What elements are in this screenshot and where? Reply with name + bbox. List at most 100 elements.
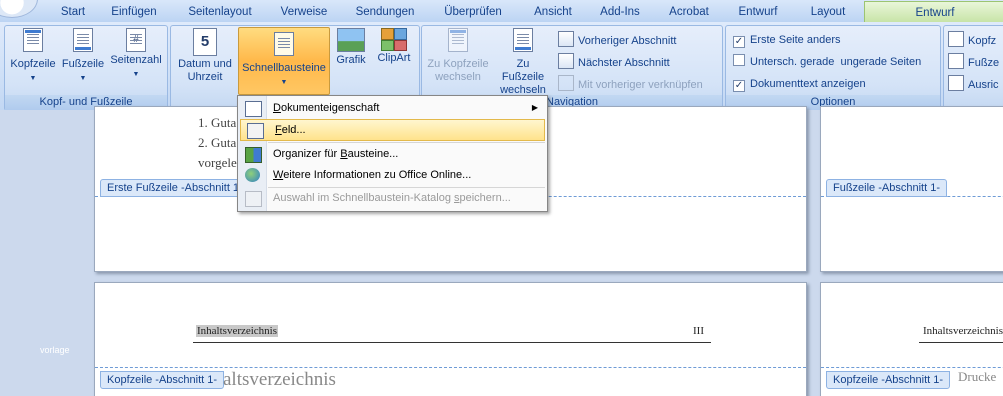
menu-item-accelerator: F — [275, 124, 282, 136]
menu-item-text-post: austeine... — [347, 148, 399, 160]
kopfzeile-position-label: Kopfz — [968, 35, 997, 47]
erste-seite-label: Erste Seite anders — [750, 34, 841, 46]
fusszeile-button[interactable]: Fußzeile ▼ — [60, 28, 106, 85]
footer-position-icon — [948, 53, 964, 69]
kopfzeile-button[interactable]: Kopfzeile ▼ — [7, 28, 59, 85]
group-kopf-fusszeile: Kopfzeile ▼ Fußzeile ▼ # Seitenzahl ▼ Ko… — [4, 25, 168, 111]
office-button[interactable] — [0, 0, 38, 18]
verknuepfen-button[interactable]: Mit vorheriger verknüpfen — [558, 75, 703, 93]
naechster-abschnitt-button[interactable]: Nächster Abschnitt — [558, 53, 670, 71]
checkbox-checked-icon: ✓ — [733, 80, 745, 92]
menu-item-dokumenteigenschaft[interactable]: Dokumenteigenschaft ▶ — [239, 98, 546, 118]
fusszeile-position-button[interactable]: Fußze — [948, 53, 999, 71]
previous-section-icon — [558, 31, 574, 47]
field-icon — [247, 123, 264, 139]
grafik-label: Grafik — [336, 54, 366, 66]
group-optionen: ✓ Erste Seite anders Untersch. gerade ung… — [725, 25, 941, 111]
fusszeile-tag: Fußzeile -Abschnitt 1- — [826, 179, 947, 197]
clipart-button[interactable]: ClipArt — [373, 28, 415, 65]
chevron-down-icon: ▼ — [29, 75, 37, 82]
tab-einfuegen[interactable]: Einfügen — [108, 3, 160, 21]
page-number-icon: # — [126, 28, 146, 52]
group-position: Kopfz Fußze Ausric — [943, 25, 1003, 111]
zu-fusszeile-button[interactable]: Zu Fußzeile wechseln — [494, 28, 552, 97]
dokumenttext-anzeigen-checkbox[interactable]: ✓ Dokumenttext anzeigen — [733, 75, 866, 93]
header-separator-line — [95, 367, 806, 368]
menu-item-accelerator: D — [273, 102, 281, 114]
vorheriger-label: Vorheriger Abschnitt — [578, 35, 677, 47]
page-bottom-right: Inhaltsverzeichnis Kopfzeile -Abschnitt … — [820, 282, 1003, 396]
calendar-icon-number: 5 — [200, 33, 210, 50]
next-section-icon — [558, 53, 574, 69]
save-selection-icon — [245, 191, 262, 207]
kopfzeile-tag-left: Kopfzeile -Abschnitt 1- — [100, 371, 225, 389]
zu-kopfzeile-button[interactable]: Zu Kopfzeile wechseln — [424, 28, 492, 84]
left-pane: vorlage — [0, 110, 94, 396]
word-window: Start Einfügen Seitenlayout Verweise Sen… — [0, 0, 1003, 396]
clipart-label: ClipArt — [377, 52, 411, 64]
chevron-down-icon: ▼ — [79, 75, 87, 82]
naechster-label: Nächster Abschnitt — [578, 57, 670, 69]
checkbox-unchecked-icon — [733, 54, 745, 66]
goto-header-icon — [448, 28, 468, 52]
goto-footer-icon — [513, 28, 533, 52]
verknuepfen-label: Mit vorheriger verknüpfen — [578, 79, 703, 91]
seitenzahl-button[interactable]: # Seitenzahl ▼ — [107, 28, 165, 81]
tab-start[interactable]: Start — [58, 3, 88, 21]
ausrichtung-button[interactable]: Ausric — [948, 75, 999, 93]
menu-item-organizer-bausteine[interactable]: Organizer für Bausteine... — [239, 144, 546, 164]
header-rule — [919, 342, 1003, 343]
submenu-arrow-icon: ▶ — [531, 103, 538, 112]
header-inhaltsverzeichnis-right: Inhaltsverzeichnis — [923, 325, 1003, 337]
tab-layout[interactable]: Layout — [808, 3, 848, 21]
page-bottom-left: Inhaltsverzeichnis III Kopfzeile -Abschn… — [94, 282, 807, 396]
fusszeile-position-label: Fußze — [968, 57, 1000, 69]
tab-verweise[interactable]: Verweise — [280, 3, 328, 21]
kopfzeile-label: Kopfzeile — [10, 58, 56, 70]
menu-item-text-post: eld... — [281, 124, 306, 136]
kopfzeile-tag-right: Kopfzeile -Abschnitt 1- — [826, 371, 951, 389]
tab-sendungen[interactable]: Sendungen — [354, 3, 416, 21]
grafik-button[interactable]: Grafik — [331, 28, 371, 67]
list-line-3: vorgele — [198, 155, 237, 170]
erste-seite-anders-checkbox[interactable]: ✓ Erste Seite anders — [733, 31, 841, 49]
datum-uhrzeit-button[interactable]: 5 Datum und Uhrzeit — [173, 28, 237, 84]
header-inhaltsverzeichnis: Inhaltsverzeichnis — [196, 325, 279, 337]
office-online-globe-icon — [245, 168, 260, 182]
kopfzeile-position-button[interactable]: Kopfz — [948, 31, 996, 49]
schnellbausteine-menu: Dokumenteigenschaft ▶ Feld... Organizer … — [237, 95, 548, 212]
chevron-down-icon: ▼ — [280, 79, 288, 86]
footer-icon — [73, 28, 93, 52]
page-top-right: Fußzeile -Abschnitt 1- — [820, 106, 1003, 272]
document-property-icon — [245, 101, 262, 117]
tab-ansicht[interactable]: Ansicht — [530, 3, 576, 21]
header-position-icon — [948, 31, 964, 47]
menu-item-text-post: peichern... — [459, 192, 511, 204]
clipart-icon — [381, 28, 407, 51]
quick-parts-icon — [274, 32, 294, 56]
tab-seitenlayout[interactable]: Seitenlayout — [186, 3, 254, 21]
tab-entwurf[interactable]: Entwurf — [736, 3, 780, 21]
link-icon — [558, 75, 574, 91]
tab-entwurf-context[interactable]: Entwurf — [864, 1, 1003, 23]
chevron-down-icon: ▼ — [132, 71, 140, 78]
menu-item-weitere-informationen[interactable]: Weitere Informationen zu Office Online..… — [239, 165, 546, 185]
erste-fusszeile-tag: Erste Fußzeile -Abschnitt 1- — [100, 179, 250, 197]
tab-ueberpruefen[interactable]: Überprüfen — [442, 3, 504, 21]
vorheriger-abschnitt-button[interactable]: Vorheriger Abschnitt — [558, 31, 676, 49]
tab-acrobat[interactable]: Acrobat — [666, 3, 712, 21]
tab-add-ins[interactable]: Add-Ins — [598, 3, 642, 21]
menu-item-feld[interactable]: Feld... — [240, 119, 545, 141]
menu-item-text-pre: Auswahl im Schnellbaustein-Katalog — [273, 192, 454, 204]
untersch-seiten-checkbox[interactable]: Untersch. gerade ungerade Seiten — [733, 53, 921, 71]
zu-fusszeile-label: Zu Fußzeile wechseln — [500, 58, 546, 96]
menu-item-accelerator: W — [273, 169, 284, 181]
menu-item-text-post: eitere Informationen zu Office Online... — [283, 169, 472, 181]
datum-uhrzeit-label: Datum und Uhrzeit — [178, 58, 232, 83]
schnellbausteine-label: Schnellbausteine — [242, 62, 326, 74]
fusszeile-label: Fußzeile — [61, 58, 105, 70]
schnellbausteine-button[interactable]: Schnellbausteine ▼ — [238, 27, 330, 95]
list-line-2: 2. Guta — [198, 135, 237, 150]
menu-item-auswahl-speichern[interactable]: Auswahl im Schnellbaustein-Katalog speic… — [239, 188, 546, 208]
dokumenttext-label: Dokumenttext anzeigen — [750, 78, 866, 90]
